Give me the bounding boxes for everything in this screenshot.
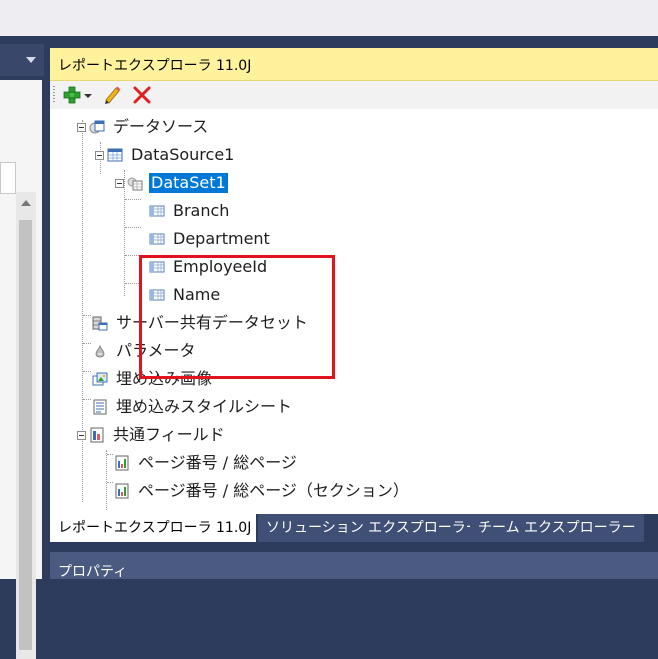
report-explorer-tree: データソース DataSource1 DataSet1 Branch Depar…: [50, 110, 658, 510]
tree-node-page-number-total-section[interactable]: ページ番号 / 総ページ（セクション）: [114, 480, 411, 502]
embedded-images-icon: [92, 372, 108, 386]
tree-node-common-fields[interactable]: 共通フィールド: [77, 424, 227, 446]
datasources-folder-icon: [89, 120, 105, 134]
tab-report-explorer[interactable]: レポートエクスプローラ 11.0J: [50, 514, 256, 542]
common-fields-icon: [90, 427, 104, 443]
stylesheet-icon: [93, 399, 107, 415]
tree-connector: [83, 315, 91, 316]
tree-connector: [83, 399, 91, 400]
report-explorer-title-bar: レポートエクスプローラ 11.0J: [50, 48, 658, 81]
tree-label: 共通フィールド: [113, 425, 225, 444]
tree-label: ページ番号 / 総ページ（セクション）: [138, 481, 409, 500]
tree-connector: [125, 199, 141, 200]
tree-node-field-branch[interactable]: Branch: [149, 200, 231, 222]
properties-title: プロパティ: [58, 564, 128, 580]
left-panel-header: [0, 44, 44, 76]
tree-connector: [83, 371, 91, 372]
add-icon[interactable]: [62, 85, 82, 105]
tree-label: ページ番号 / 総ページ: [138, 453, 297, 472]
tree-connector: [107, 454, 113, 455]
parameters-icon: [95, 344, 105, 358]
page-number-icon: [115, 455, 129, 471]
collapse-toggle[interactable]: [115, 178, 124, 188]
tree-label: Department: [173, 229, 270, 248]
report-explorer-toolbar: [50, 81, 658, 109]
page-number-icon: [115, 483, 129, 499]
delete-icon[interactable]: [132, 85, 152, 105]
panel-tab-strip: レポートエクスプローラ 11.0J ソリューション エクスプローラー チーム エ…: [50, 514, 658, 544]
datasource-table-icon: [107, 148, 123, 162]
scroll-up-icon[interactable]: [21, 200, 31, 206]
tree-connector: [106, 450, 107, 510]
field-icon: [149, 233, 165, 245]
left-panel: [0, 80, 42, 659]
report-explorer-panel: レポートエクスプローラ 11.0J データソース DataSource1 Dat…: [50, 48, 658, 544]
chevron-down-icon[interactable]: [83, 85, 93, 105]
properties-panel-header: プロパティ: [50, 552, 658, 580]
pencil-icon[interactable]: [102, 85, 122, 105]
collapse-toggle[interactable]: [77, 430, 86, 440]
tree-node-dataset1[interactable]: DataSet1: [115, 172, 228, 194]
tree-node-page-number-total[interactable]: ページ番号 / 総ページ: [114, 452, 299, 474]
collapse-toggle[interactable]: [77, 122, 86, 132]
tree-label: DataSet1: [149, 173, 228, 193]
toolbar-grip: [53, 86, 55, 104]
tab-team-explorer[interactable]: チーム エクスプローラー: [470, 514, 644, 542]
tree-label: 埋め込みスタイルシート: [116, 397, 293, 416]
tab-solution-explorer[interactable]: ソリューション エクスプローラー: [258, 514, 488, 542]
scrollbar-thumb[interactable]: [19, 220, 32, 650]
server-dataset-icon: [92, 316, 108, 331]
chevron-down-icon[interactable]: [26, 57, 36, 63]
tree-node-datasource1[interactable]: DataSource1: [95, 144, 236, 166]
tree-node-embedded-stylesheets[interactable]: 埋め込みスタイルシート: [92, 396, 294, 418]
tree-connector: [125, 227, 141, 228]
window-top-strip: [0, 0, 658, 36]
tree-node-field-department[interactable]: Department: [149, 228, 272, 250]
tree-label: Branch: [173, 201, 230, 220]
collapse-toggle[interactable]: [95, 150, 104, 160]
tree-label: データソース: [113, 117, 209, 136]
report-explorer-title: レポートエクスプローラ 11.0J: [58, 58, 252, 74]
left-scrollbar[interactable]: [16, 192, 36, 659]
fields-highlight-box: [139, 255, 335, 379]
tree-connector: [107, 482, 113, 483]
tree-connector: [83, 343, 91, 344]
dataset-icon: [127, 177, 143, 191]
left-panel-box: [0, 162, 16, 194]
tree-label: DataSource1: [131, 145, 235, 164]
tree-node-datasources[interactable]: データソース: [77, 116, 210, 138]
field-icon: [149, 205, 165, 217]
